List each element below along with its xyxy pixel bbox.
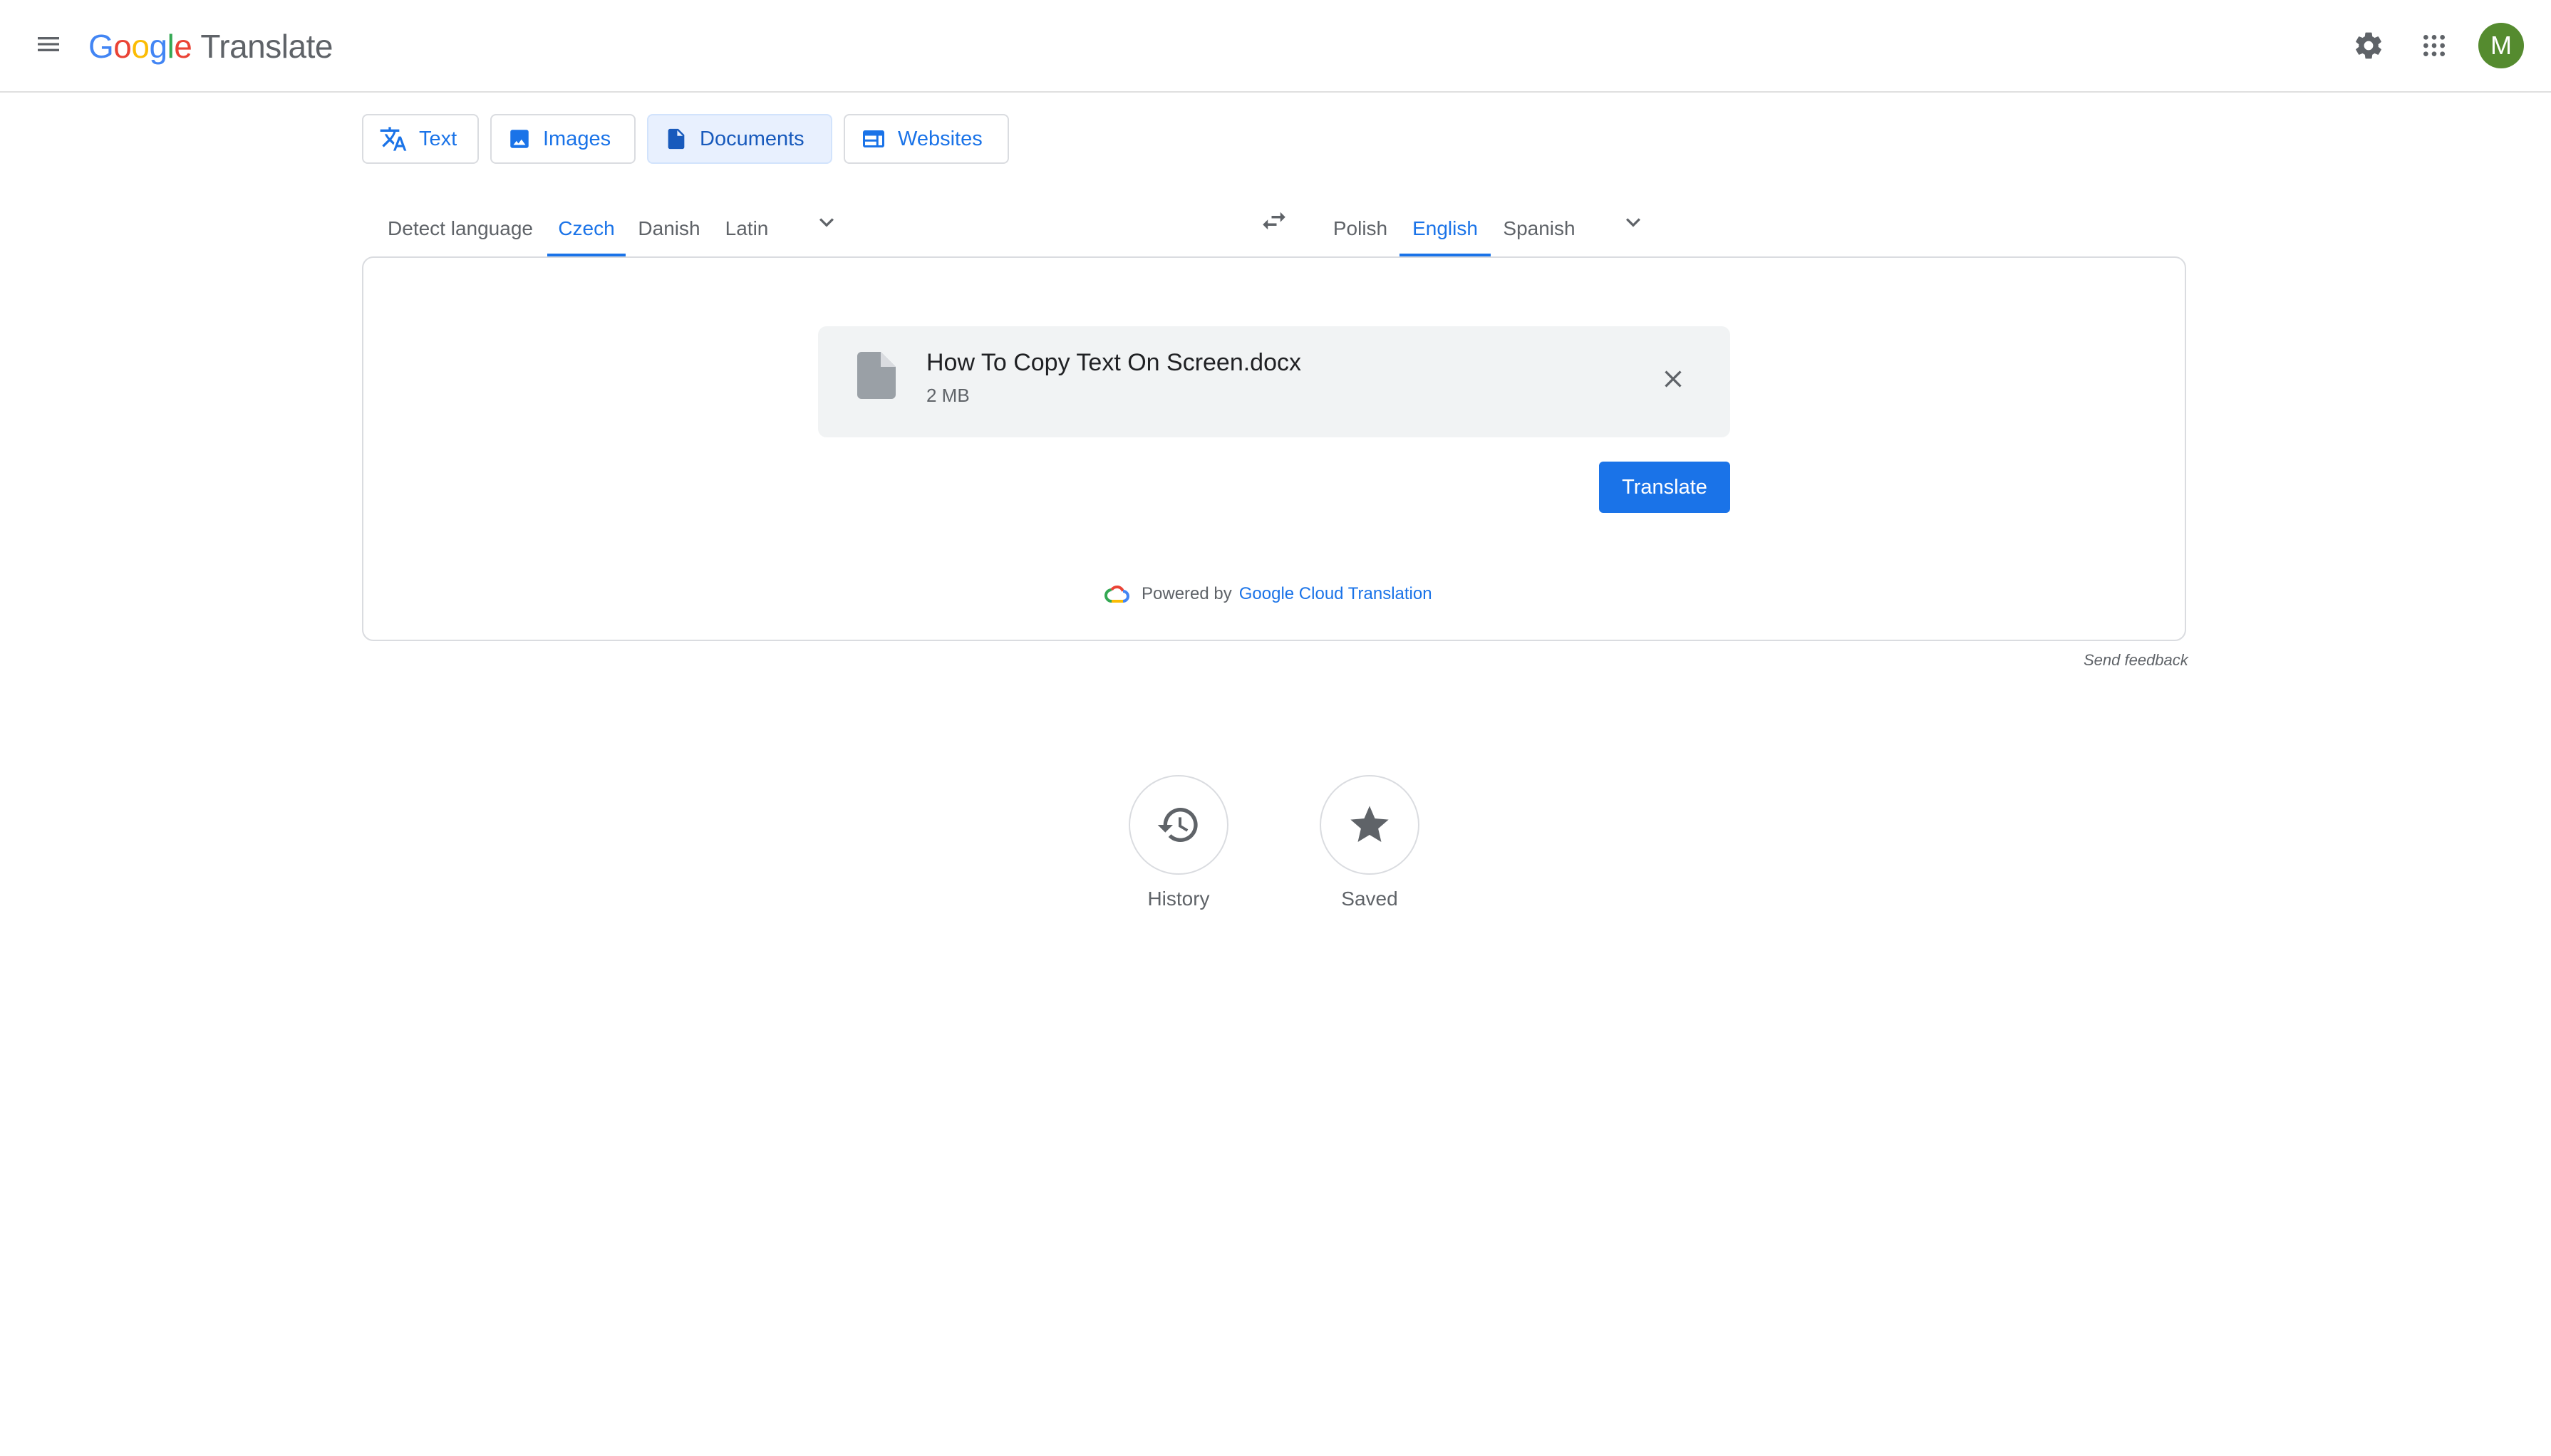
target-lang-spanish[interactable]: Spanish [1496,201,1582,256]
source-more-languages-button[interactable] [804,199,849,245]
google-cloud-translation-link[interactable]: Google Cloud Translation [1239,584,1432,604]
web-icon [863,130,884,147]
wordmark-letter: G [88,28,114,65]
swap-icon [1263,212,1285,230]
main-menu-button[interactable] [26,21,71,67]
google-translate-logo[interactable]: Google Translate [88,21,333,71]
file-name: How To Copy Text On Screen.docx [926,349,1302,376]
source-lang-danish[interactable]: Danish [630,201,708,256]
uploaded-file-card [818,326,1730,437]
tab-label: Documents [700,127,804,150]
document-icon [668,128,685,150]
tab-images[interactable]: Images [490,114,636,164]
send-feedback-link[interactable]: Send feedback [2084,651,2188,670]
tab-label: Text [419,127,457,150]
product-name: Translate [200,28,333,65]
swap-languages-button[interactable] [1251,198,1297,244]
top-app-bar [0,0,2551,93]
wordmark-letter: o [131,28,150,65]
wordmark-letter: l [167,28,175,65]
google-cloud-icon [1104,586,1129,603]
tab-text[interactable]: Text [362,114,479,164]
tab-documents[interactable]: Documents [647,114,832,164]
powered-by-prefix: Powered by [1142,584,1232,603]
target-lang-english[interactable]: English [1399,201,1491,256]
tab-label: Websites [898,127,983,150]
account-avatar[interactable]: M [2478,23,2524,68]
history-icon [1157,808,1198,842]
source-lang-czech[interactable]: Czech [547,201,626,256]
wordmark-letter: o [113,28,132,65]
history-label: History [1147,888,1210,910]
tab-websites[interactable]: Websites [844,114,1009,164]
powered-by-line: Powered by Google Cloud Translation [1104,581,1432,607]
close-icon [1665,370,1682,388]
saved-label: Saved [1341,888,1398,910]
translate-button[interactable]: Translate [1599,462,1730,513]
wordmark-letter: e [174,28,192,65]
file-document-icon [855,352,898,399]
source-lang-detect[interactable]: Detect language [375,201,546,256]
target-more-languages-button[interactable] [1610,199,1656,245]
google-apps-button[interactable] [2411,23,2457,68]
wordmark-letter: g [149,28,167,65]
star-icon [1350,806,1389,842]
history-button[interactable] [1129,775,1228,875]
translate-icon [380,127,407,151]
source-lang-latin[interactable]: Latin [713,201,781,256]
remove-file-button[interactable] [1650,356,1696,402]
settings-button[interactable] [2346,23,2391,68]
target-lang-polish[interactable]: Polish [1327,201,1394,256]
image-icon [510,130,529,148]
gear-icon [2356,32,2381,59]
chevron-down-icon [819,218,834,227]
menu-icon [38,37,59,51]
tab-label: Images [543,127,611,150]
apps-grid-icon [2423,35,2445,56]
file-size: 2 MB [926,385,970,406]
chevron-down-icon [1626,218,1640,227]
google-wordmark: Google [88,27,192,66]
saved-button[interactable] [1320,775,1419,875]
